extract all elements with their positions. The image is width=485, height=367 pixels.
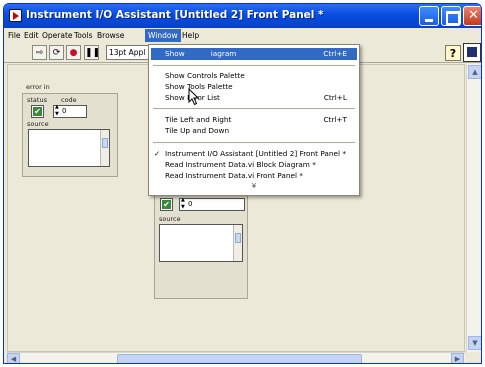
scroll-right-arrow-icon[interactable]: ▶: [451, 353, 464, 363]
window-menu-dropdown: Show iagram Ctrl+E Show Controls Palette …: [148, 44, 360, 196]
menu-separator: [153, 65, 355, 66]
menu-operate[interactable]: Operate: [42, 31, 73, 40]
menu-item-label-tail: iagram: [210, 49, 237, 58]
menu-item-label: Show: [165, 49, 185, 58]
error-out-cluster[interactable]: ✔ 0 source: [154, 191, 248, 299]
menu-file[interactable]: File: [8, 31, 21, 40]
menu-item-tile-up-down[interactable]: Tile Up and Down: [151, 125, 357, 137]
menu-item-label: Tile Left and Right: [165, 115, 232, 124]
vi-icon[interactable]: [463, 43, 481, 62]
font-selector[interactable]: 13pt Appl: [106, 45, 150, 60]
run-continuously-button[interactable]: ⟳: [49, 45, 64, 60]
status-checkbox[interactable]: ✔: [31, 105, 44, 118]
run-button[interactable]: ⇨: [32, 45, 47, 60]
source-label: source: [159, 215, 181, 223]
status-indicator: ✔: [160, 198, 173, 211]
mouse-pointer-icon: [188, 88, 200, 106]
source-scroll-thumb[interactable]: [235, 233, 241, 243]
menu-item-label: Tile Up and Down: [165, 126, 230, 135]
pause-button[interactable]: ❚❚: [84, 45, 101, 60]
size-grip: [466, 352, 481, 363]
menu-help[interactable]: Help: [182, 31, 199, 40]
code-indicator: 0: [179, 198, 245, 211]
source-scrollbar[interactable]: [100, 130, 109, 166]
source-scrollbar[interactable]: [233, 225, 242, 261]
menu-item-label: Instrument I/O Assistant [Untitled 2] Fr…: [165, 149, 346, 158]
horizontal-scrollbar[interactable]: ◀ ▶: [7, 352, 465, 363]
main-window: Instrument I/O Assistant [Untitled 2] Fr…: [3, 3, 482, 364]
run-continuously-icon: ⟳: [52, 48, 61, 58]
source-scroll-thumb[interactable]: [102, 138, 108, 148]
menu-item-show-error-list[interactable]: Show Error List Ctrl+L: [151, 92, 357, 104]
horizontal-scroll-thumb[interactable]: [117, 354, 362, 363]
checkmark-icon: ✔: [33, 107, 42, 116]
menu-window[interactable]: Window: [145, 29, 181, 42]
status-label: status: [27, 96, 47, 104]
source-label: source: [27, 120, 49, 128]
code-numeric[interactable]: 0: [53, 105, 87, 118]
scroll-down-arrow-icon[interactable]: ▼: [468, 336, 481, 350]
code-label: code: [61, 96, 77, 104]
title-bar[interactable]: Instrument I/O Assistant [Untitled 2] Fr…: [4, 4, 481, 28]
maximize-button[interactable]: [441, 6, 461, 26]
pause-icon: ❚❚: [85, 48, 101, 58]
menu-item-read-data-front-panel[interactable]: Read Instrument Data.vi Front Panel *: [151, 170, 357, 182]
menu-browse[interactable]: Browse: [97, 31, 124, 40]
labview-app-icon[interactable]: [9, 9, 22, 22]
menu-separator: [153, 108, 355, 109]
error-in-label: error in: [26, 83, 50, 91]
menu-item-label: Read Instrument Data.vi Block Diagram *: [165, 160, 316, 169]
source-indicator: [159, 224, 243, 262]
minimize-button[interactable]: [419, 6, 439, 26]
run-arrow-icon: ⇨: [35, 48, 44, 58]
menu-item-shortcut: Ctrl+E: [323, 49, 347, 58]
menu-item-label: Read Instrument Data.vi Front Panel *: [165, 171, 303, 180]
scroll-up-arrow-icon[interactable]: ▲: [468, 65, 481, 79]
close-button[interactable]: [463, 6, 481, 26]
abort-button[interactable]: ●: [66, 45, 81, 60]
expand-menu-chevron-icon[interactable]: ¥: [151, 182, 357, 190]
stop-sign-icon: ●: [69, 48, 78, 58]
menu-item-shortcut: Ctrl+L: [323, 93, 347, 102]
context-help-button[interactable]: ?: [445, 45, 461, 61]
error-in-cluster[interactable]: status code ✔ 0 source: [22, 93, 118, 177]
menu-item-label: Show Controls Palette: [165, 71, 245, 80]
source-string[interactable]: [28, 129, 110, 167]
menu-item-show-block-diagram[interactable]: Show iagram Ctrl+E: [151, 48, 357, 60]
menu-separator: [153, 142, 355, 143]
vertical-scrollbar[interactable]: ▲ ▼: [466, 64, 481, 352]
scroll-left-arrow-icon[interactable]: ◀: [7, 353, 20, 363]
checkmark-icon: ✔: [162, 200, 171, 209]
window-title: Instrument I/O Assistant [Untitled 2] Fr…: [26, 9, 324, 21]
menu-edit[interactable]: Edit: [24, 31, 39, 40]
menu-tools[interactable]: Tools: [74, 31, 92, 40]
menu-bar: File Edit Operate Tools Browse Window He…: [4, 28, 481, 43]
